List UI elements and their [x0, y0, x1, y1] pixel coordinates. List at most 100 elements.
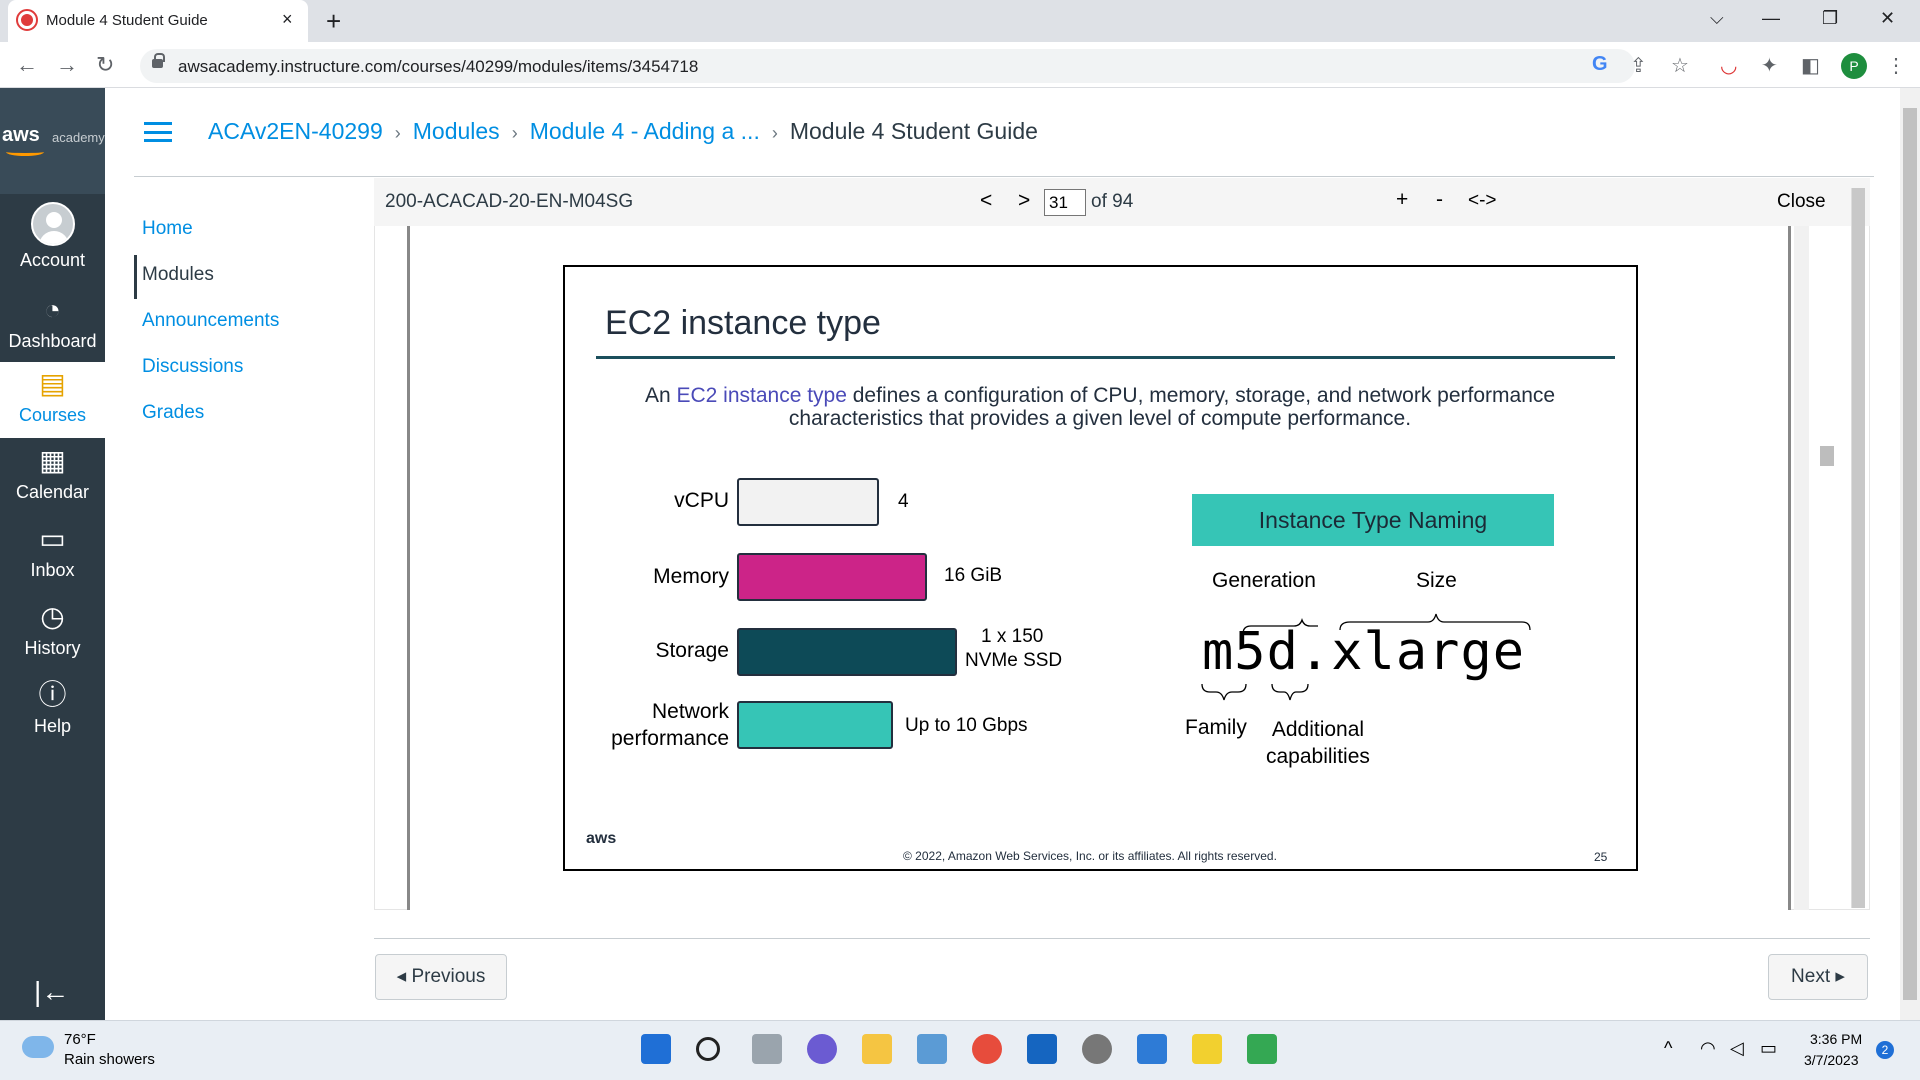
share-icon[interactable]: ⇪ [1630, 53, 1647, 78]
clock-app-icon[interactable] [1082, 1034, 1112, 1064]
nav-help[interactable]: ⓘ Help [0, 678, 105, 744]
nav-account[interactable]: Account [0, 202, 105, 278]
zoom-in-button[interactable]: + [1396, 188, 1408, 212]
sticky-notes-icon[interactable] [1192, 1034, 1222, 1064]
l-app-icon[interactable] [1027, 1034, 1057, 1064]
teams-icon[interactable] [807, 1034, 837, 1064]
zoom-out-button[interactable]: - [1436, 188, 1443, 212]
outer-viewer-scrollbar[interactable] [1851, 188, 1865, 908]
google-icon[interactable]: G [1592, 53, 1608, 76]
page-number-input[interactable]: 31 [1044, 189, 1086, 216]
logo-aws-text: aws [2, 124, 40, 146]
avatar [30, 202, 75, 246]
next-page-button[interactable]: > [1018, 189, 1030, 213]
active-indicator [134, 255, 137, 299]
hamburger-menu-icon[interactable] [144, 122, 172, 142]
weather-temp[interactable]: 76°F [64, 1031, 96, 1048]
aws-smile-icon [6, 148, 44, 156]
nav-account-label: Account [19, 250, 86, 270]
nav-history-label: History [24, 638, 81, 658]
header-divider [134, 176, 1874, 177]
wifi-icon[interactable]: ◠ [1700, 1038, 1716, 1059]
clock-time[interactable]: 3:36 PM [1810, 1031, 1862, 1047]
task-view-icon[interactable] [752, 1034, 782, 1064]
restore-button[interactable]: ❐ [1822, 8, 1838, 29]
clock-date[interactable]: 3/7/2023 [1804, 1052, 1859, 1068]
bar-storage [737, 628, 957, 676]
tab-close-icon[interactable]: × [282, 9, 293, 30]
search-icon[interactable] [696, 1037, 720, 1061]
breadcrumb-course[interactable]: ACAv2EN-40299 [208, 118, 383, 144]
minimize-button[interactable]: — [1762, 8, 1780, 29]
mail-icon[interactable] [1137, 1034, 1167, 1064]
course-nav-discussions[interactable]: Discussions [142, 356, 243, 378]
sidepanel-icon[interactable]: ◧ [1801, 53, 1820, 78]
nav-dashboard-label: Dashboard [8, 331, 97, 351]
row-label-network-2: performance [611, 727, 729, 750]
viewer-scrollbar-thumb[interactable] [1820, 446, 1834, 466]
file-explorer-icon[interactable] [862, 1034, 892, 1064]
desc-post: defines a configuration of CPU, memory, … [788, 384, 1556, 430]
breadcrumb-module[interactable]: Module 4 - Adding a ... [530, 118, 760, 144]
course-nav-home[interactable]: Home [142, 218, 193, 240]
profile-avatar[interactable]: P [1841, 53, 1867, 79]
url-text[interactable]: awsacademy.instructure.com/courses/40299… [178, 57, 698, 77]
value-storage-line1: 1 x 150 [981, 626, 1044, 647]
page-scrollbar-thumb[interactable] [1903, 108, 1917, 1000]
new-tab-button[interactable]: + [326, 6, 341, 37]
nav-courses-label: Courses [18, 405, 87, 425]
start-icon[interactable] [641, 1034, 671, 1064]
label-family: Family [1185, 716, 1247, 739]
notification-badge[interactable]: 2 [1876, 1041, 1894, 1059]
chrome-icon[interactable] [972, 1034, 1002, 1064]
collapse-nav-icon[interactable]: |← [34, 976, 69, 1008]
logo-academy-text: academy [52, 130, 105, 145]
row-label-storage: Storage [655, 639, 729, 662]
battery-icon[interactable]: ▭ [1760, 1038, 1777, 1059]
fit-width-button[interactable]: <-> [1468, 190, 1497, 212]
nav-calendar[interactable]: ▦ Calendar [0, 444, 105, 510]
extensions-icon[interactable]: ✦ [1761, 53, 1778, 78]
store-icon[interactable] [917, 1034, 947, 1064]
drive-upload-icon[interactable] [1247, 1034, 1277, 1064]
help-icon: ⓘ [38, 679, 67, 710]
volume-icon[interactable]: ◁ [1730, 1038, 1744, 1059]
nav-dashboard[interactable]: ◔ Dashboard [0, 293, 105, 359]
naming-title-box: Instance Type Naming [1192, 494, 1554, 546]
next-button[interactable]: Next ▸ [1768, 954, 1868, 1000]
value-network: Up to 10 Gbps [905, 715, 1028, 736]
nav-inbox[interactable]: ▭ Inbox [0, 522, 105, 588]
viewer-scrollbar[interactable] [1794, 226, 1809, 910]
label-additional: Additional capabilities [1266, 716, 1370, 770]
breadcrumb-modules[interactable]: Modules [413, 118, 500, 144]
example-instance-name: m5d.xlarge [1202, 622, 1526, 682]
value-memory: 16 GiB [944, 565, 1003, 586]
nav-courses[interactable]: ▤ Courses [0, 362, 105, 438]
course-nav-announcements[interactable]: Announcements [142, 310, 279, 332]
nav-history[interactable]: ◷ History [0, 600, 105, 666]
close-viewer-button[interactable]: Close [1777, 191, 1826, 213]
title-rule [596, 356, 1615, 359]
forward-icon[interactable]: → [56, 52, 78, 78]
breadcrumb-separator-icon: › [394, 123, 401, 143]
weather-desc[interactable]: Rain showers [64, 1051, 155, 1068]
browser-menu-icon[interactable]: ⋮ [1886, 53, 1906, 78]
lock-icon[interactable] [152, 53, 165, 68]
pocket-icon[interactable]: ◡ [1720, 53, 1737, 78]
reload-icon[interactable]: ↻ [96, 52, 114, 78]
bar-vcpu [737, 478, 879, 526]
previous-button[interactable]: ◂ Previous [375, 954, 507, 1000]
show-hidden-icons-icon[interactable]: ^ [1664, 1038, 1672, 1059]
star-icon[interactable]: ☆ [1671, 53, 1689, 78]
close-window-button[interactable]: ✕ [1880, 8, 1895, 29]
weather-cloud-icon[interactable] [22, 1036, 54, 1058]
prev-page-button[interactable]: < [980, 189, 992, 213]
tab-search-icon[interactable]: ⌵ [1710, 8, 1724, 29]
windows-taskbar [0, 1020, 1920, 1080]
label-size: Size [1416, 569, 1457, 592]
back-icon[interactable]: ← [16, 52, 38, 78]
course-nav-grades[interactable]: Grades [142, 402, 204, 424]
row-label-vcpu: vCPU [674, 489, 729, 512]
value-storage-line2: NVMe SSD [965, 650, 1063, 671]
course-nav-modules[interactable]: Modules [142, 264, 214, 286]
